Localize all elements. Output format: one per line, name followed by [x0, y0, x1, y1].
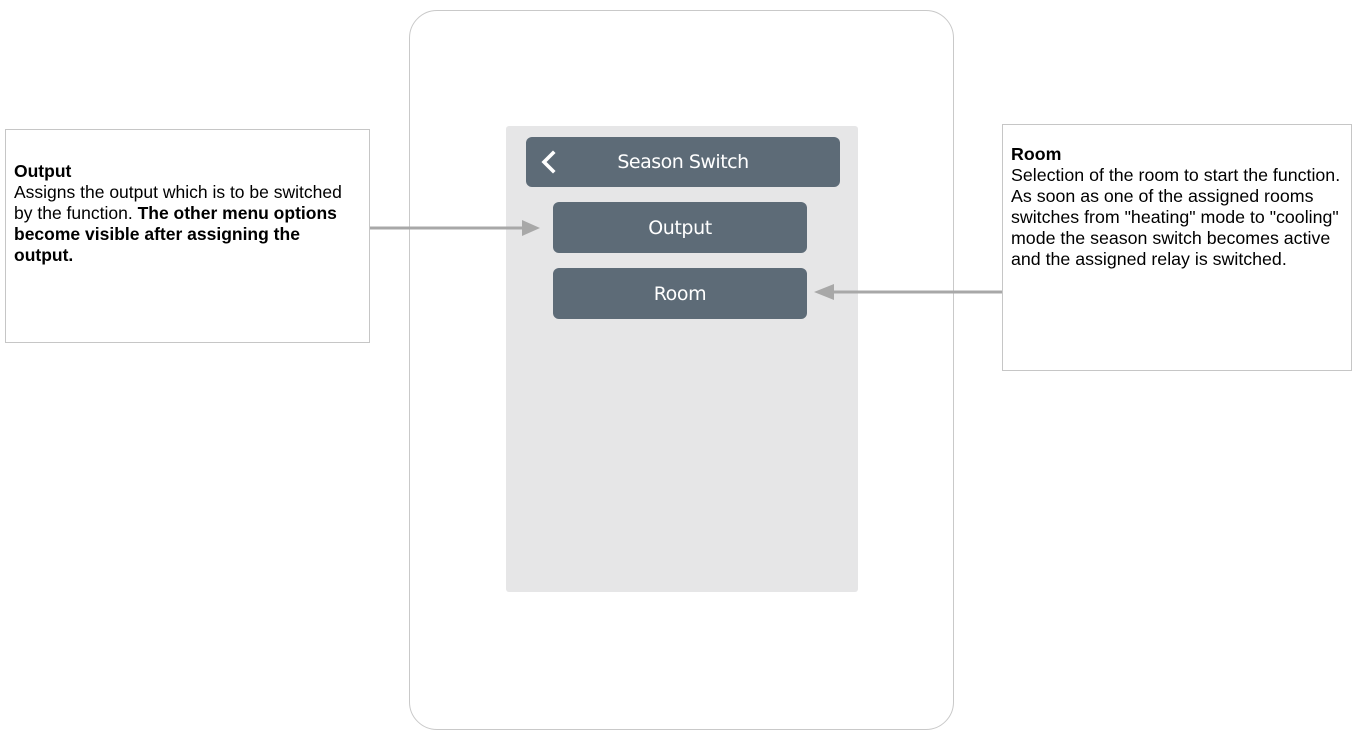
connector-arrows	[370, 220, 1002, 300]
output-connector-arrow	[370, 220, 540, 236]
room-connector-arrow	[814, 284, 1002, 300]
